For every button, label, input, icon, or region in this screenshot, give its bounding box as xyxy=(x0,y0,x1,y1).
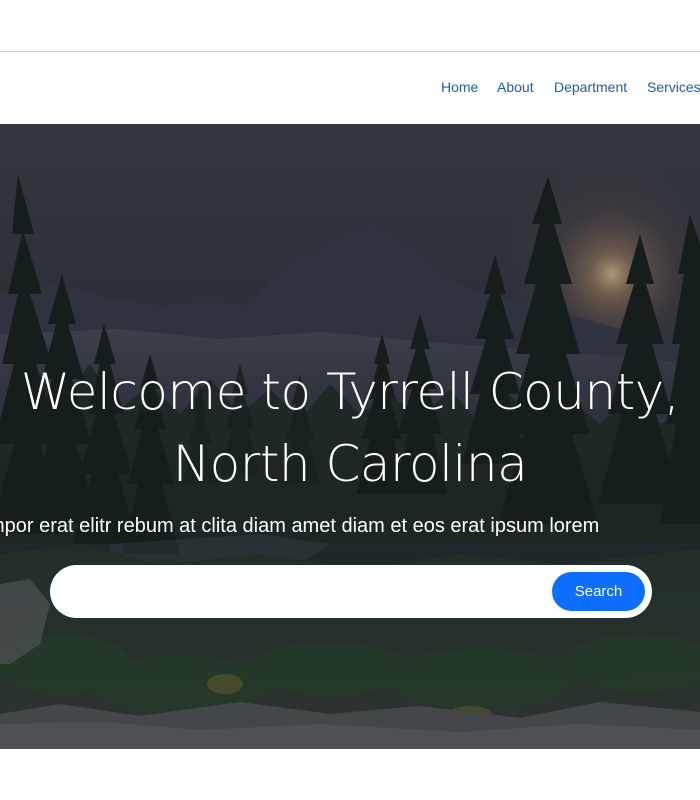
hero-subtitle: mpor erat elitr rebum at clita diam amet… xyxy=(0,512,700,542)
search-input[interactable] xyxy=(70,573,544,612)
search-bar: Search xyxy=(50,565,652,618)
hero-title-line-1: Welcome to Tyrrell County, xyxy=(20,363,680,421)
hero-title: Welcome to Tyrrell County, North Carolin… xyxy=(0,356,700,500)
search-button[interactable]: Search xyxy=(552,572,645,611)
hero-subtitle-text: mpor erat elitr rebum at clita diam amet… xyxy=(0,515,600,537)
nav-link-department[interactable]: Department xyxy=(554,79,627,95)
hero-banner: Welcome to Tyrrell County, North Carolin… xyxy=(0,124,700,749)
nav-link-about[interactable]: About xyxy=(497,79,534,95)
main-navbar: Home About Department Services xyxy=(0,52,700,124)
hero-title-line-2: North Carolina xyxy=(172,435,528,493)
nav-link-home[interactable]: Home xyxy=(441,79,478,95)
page-bottom-area xyxy=(0,749,700,800)
top-strip xyxy=(0,0,700,52)
nav-link-services[interactable]: Services xyxy=(647,79,700,95)
